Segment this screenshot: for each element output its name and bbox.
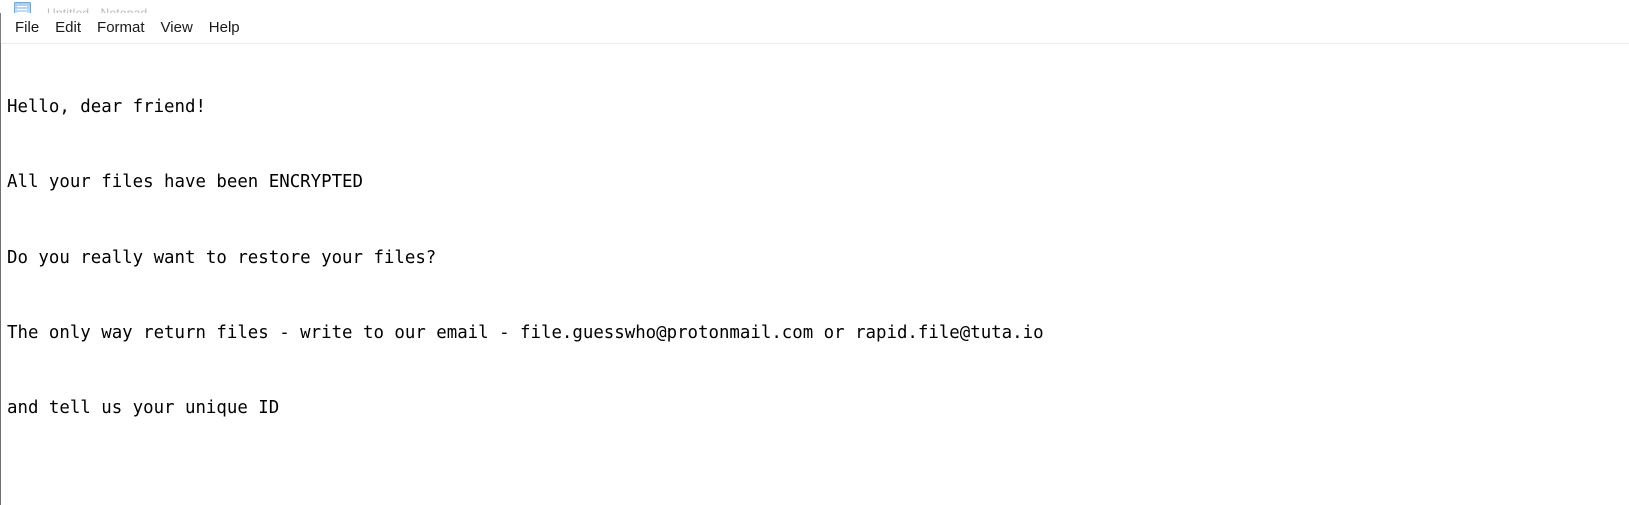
menu-item-edit[interactable]: Edit: [47, 16, 89, 40]
text-line: Hello, dear friend!: [7, 97, 206, 118]
notepad-icon: [13, 0, 35, 13]
menu-bar: File Edit Format View Help: [0, 13, 1629, 43]
text-line: All your files have been ENCRYPTED: [7, 172, 363, 193]
text-line: Do you really want to restore your files…: [7, 247, 437, 268]
menu-item-format[interactable]: Format: [89, 16, 153, 40]
text-line-blank: [7, 472, 1629, 497]
document-text[interactable]: Hello, dear friend! All your files have …: [7, 45, 1629, 505]
title-bar: Untitled - Notepad: [0, 0, 1629, 13]
text-line: and tell us your unique ID: [7, 398, 280, 419]
text-editor-area[interactable]: Hello, dear friend! All your files have …: [1, 44, 1629, 505]
menu-item-file[interactable]: File: [7, 16, 47, 40]
text-line: The only way return files - write to our…: [7, 323, 1044, 344]
menu-item-view[interactable]: View: [153, 16, 201, 40]
notepad-window: Untitled - Notepad File Edit Format View…: [0, 0, 1629, 505]
menu-item-help[interactable]: Help: [201, 16, 248, 40]
